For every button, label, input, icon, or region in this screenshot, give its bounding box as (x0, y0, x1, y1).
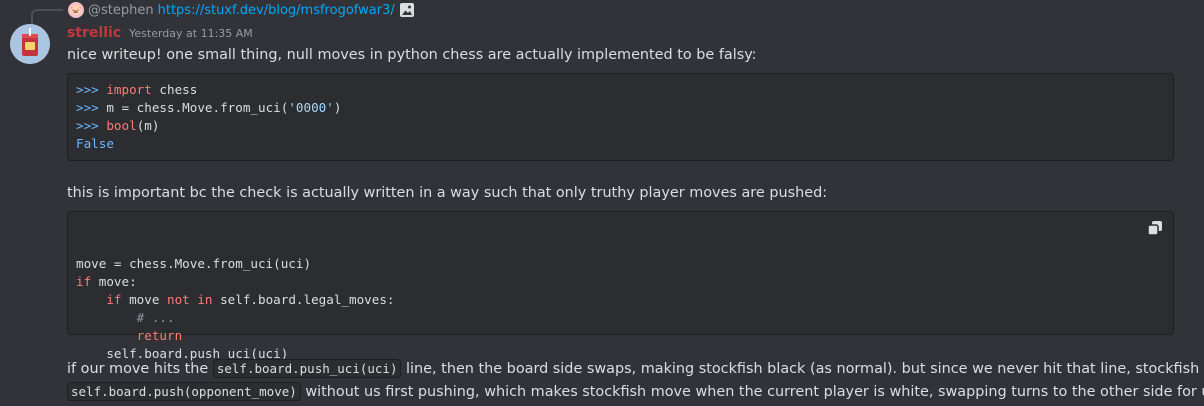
code-block-2-line: if move: (76, 274, 137, 289)
message-paragraph-1: nice writeup! one small thing, null move… (67, 47, 757, 63)
paragraph-3-text-c: without us first pushing, which makes st… (300, 384, 1204, 400)
image-icon (399, 3, 414, 17)
code-block-1-line: >>> m = chess.Move.from_uci('0000') (76, 100, 342, 115)
code-block-1: >>> import chess >>> m = chess.Move.from_… (67, 73, 1174, 161)
author-avatar[interactable] (10, 24, 50, 64)
reply-link[interactable]: https://stuxf.dev/blog/msfrogofwar3/ (158, 3, 395, 18)
code-block-2-line: return (136, 328, 183, 343)
paragraph-3-text-b: line, then the board side swaps, making … (401, 361, 1204, 377)
code-block-2-line: move = chess.Move.from_uci(uci) (76, 256, 312, 271)
code-block-1-line: False (76, 136, 114, 151)
inline-code-push-opponent: self.board.push(opponent_move) (67, 382, 301, 401)
code-block-2-line: # ... (136, 310, 175, 325)
timestamp[interactable]: Yesterday at 11:35 AM (129, 27, 253, 40)
code-block-2: move = chess.Move.from_uci(uci) if move: … (67, 211, 1174, 361)
message-paragraph-3: if our move hits the self.board.push_uci… (67, 358, 1204, 403)
message-paragraph-2: this is important bc the check is actual… (67, 185, 828, 201)
reply-username[interactable]: @stephen (88, 3, 154, 18)
reply-spine (31, 9, 63, 26)
code-block-1-line: >>> import chess (76, 82, 198, 97)
message-header: strellic Yesterday at 11:35 AM (67, 25, 253, 41)
author-name[interactable]: strellic (67, 25, 121, 41)
paragraph-3-text-a: if our move hits the (67, 361, 213, 377)
code-block-1-line: >>> bool(m) (76, 118, 160, 133)
reply-reference[interactable]: 🐷 @stephen https://stuxf.dev/blog/msfrog… (68, 1, 415, 19)
code-block-2-line: if move not in self.board.legal_moves: (106, 292, 395, 307)
juice-box-avatar-icon (10, 24, 50, 64)
chat-message: 🐷 @stephen https://stuxf.dev/blog/msfrog… (0, 0, 1204, 406)
copy-icon[interactable] (1147, 220, 1163, 236)
inline-code-push-uci: self.board.push_uci(uci) (212, 359, 402, 378)
reply-avatar-icon[interactable]: 🐷 (68, 2, 84, 18)
